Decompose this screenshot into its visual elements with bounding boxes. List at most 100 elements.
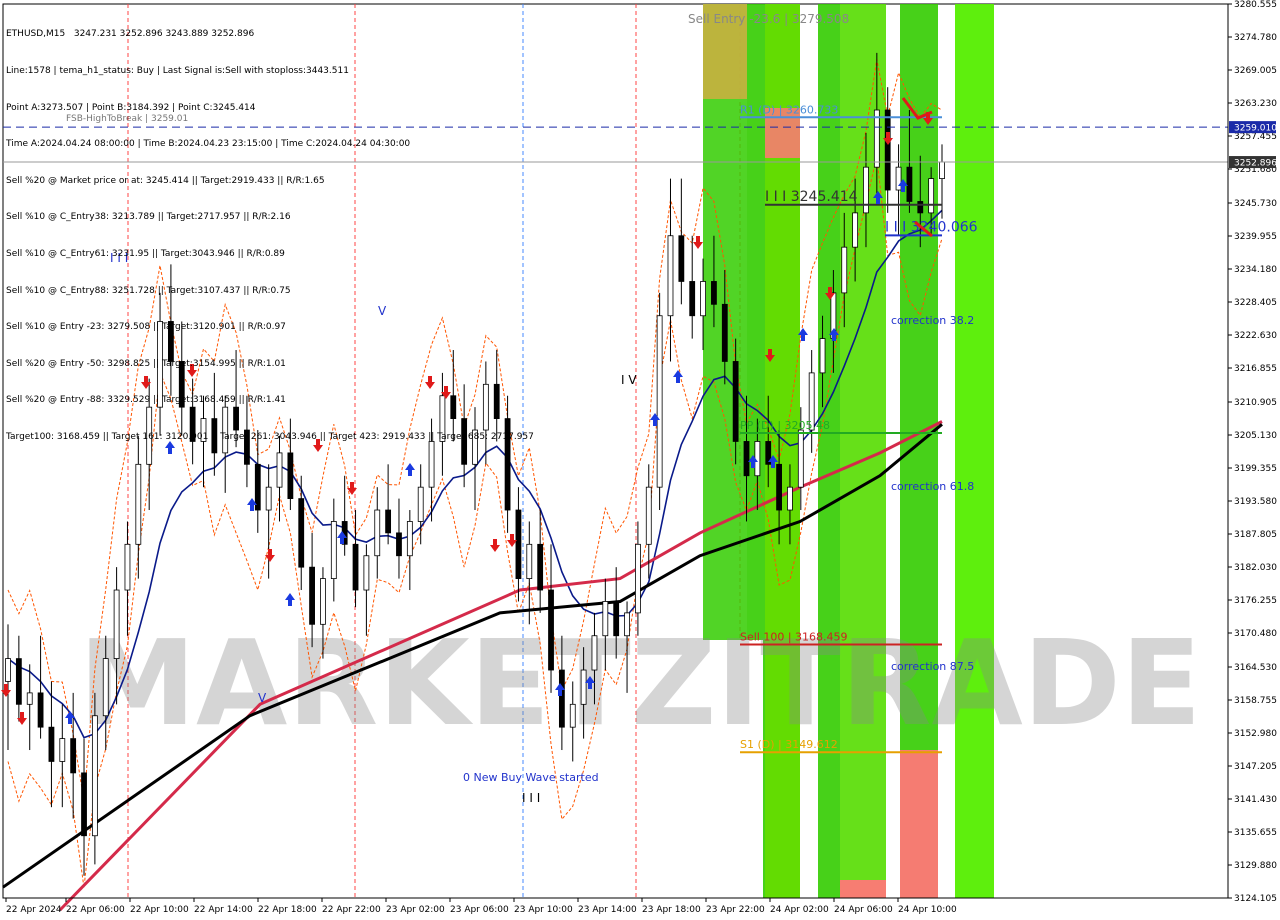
level-label: Sell 100 | 3168.459: [740, 631, 848, 644]
candle-body: [406, 521, 413, 557]
candle-body: [591, 635, 598, 671]
candle-body: [385, 509, 392, 534]
candle-body: [5, 658, 11, 682]
price-tick-label: 3239.955: [1234, 232, 1277, 242]
candle-body: [37, 692, 44, 728]
price-tick-label: 3152.980: [1234, 729, 1277, 739]
candle-body: [265, 486, 272, 511]
price-tick-label: 3245.730: [1234, 199, 1277, 209]
candle-body: [732, 361, 739, 442]
candle-body: [515, 509, 522, 579]
level-label: PP (D) | 3205.48: [740, 419, 830, 432]
candle-body: [254, 463, 261, 511]
candle-body: [15, 658, 22, 705]
watermark-text: MARKETZITRADE: [79, 614, 1202, 752]
info-line: ETHUSD,M15 3247.231 3252.896 3243.889 32…: [6, 29, 255, 40]
time-tick-label: 23 Apr 18:00: [642, 905, 701, 915]
candle-body: [48, 726, 55, 762]
time-tick-label: 24 Apr 02:00: [770, 905, 829, 915]
info-line: Sell %20 @ Entry -88: 3329.529 || Target…: [6, 395, 286, 406]
price-tick-label: 3129.880: [1234, 861, 1277, 871]
candle-body: [81, 772, 87, 837]
price-tick-label: 3170.480: [1234, 629, 1277, 639]
candle-body: [298, 498, 305, 568]
candle-body: [558, 669, 565, 728]
candle-body: [939, 161, 945, 179]
candle-body: [645, 486, 652, 545]
candle-body: [320, 578, 326, 625]
price-tick-label: 3222.630: [1234, 331, 1277, 341]
price-tick-label: 3124.105: [1234, 894, 1277, 904]
time-tick-label: 22 Apr 14:00: [194, 905, 253, 915]
price-tick-label: 3193.580: [1234, 497, 1277, 507]
candle-body: [624, 612, 630, 637]
price-tick-label: 3141.430: [1234, 795, 1277, 805]
fsb-price-tag: 3259.010: [1234, 124, 1277, 134]
price-tick-label: 3205.130: [1234, 431, 1277, 441]
info-line: Sell %10 @ C_Entry38: 3213.789 || Target…: [6, 212, 291, 223]
info-line: Time A:2024.04.24 08:00:00 | Time B:2024…: [6, 139, 411, 150]
info-line: Target100: 3168.459 || Target 161: 3120.…: [6, 431, 534, 442]
candle-body: [863, 166, 869, 214]
candle-body: [113, 589, 120, 659]
current-price-tag: 3252.896: [1234, 159, 1277, 169]
candle-body: [873, 109, 880, 168]
price-tick-label: 3158.755: [1234, 696, 1277, 706]
candle-body: [613, 601, 620, 637]
candle-body: [841, 246, 848, 294]
annotation-label: correction 38.2: [891, 314, 974, 327]
price-tick-label: 3228.405: [1234, 298, 1277, 308]
info-line: Sell %10 @ C_Entry61: 3231.95 || Target:…: [6, 248, 285, 259]
candle-body: [70, 738, 77, 774]
level-label: R1 (D) | 3260.733: [740, 103, 838, 116]
wave-marker: I V: [621, 373, 637, 387]
info-line: Sell %20 @ Market price or at: 3245.414 …: [6, 175, 325, 186]
candle-body: [417, 486, 424, 522]
fsb-overlay-text: FSB-HighToBreak | 3259.01: [66, 114, 189, 124]
price-tick-label: 3176.255: [1234, 596, 1277, 606]
candle-body: [537, 543, 544, 591]
time-tick-label: 22 Apr 10:00: [130, 905, 189, 915]
price-tick-label: 3135.655: [1234, 828, 1277, 838]
candle-body: [895, 166, 902, 191]
candle-body: [602, 601, 609, 637]
price-tick-label: 3263.230: [1234, 99, 1277, 109]
candle-body: [743, 441, 750, 477]
annotation-label: 0 New Buy Wave started: [463, 771, 599, 784]
candle-body: [667, 235, 674, 317]
signal-zone: [955, 4, 994, 898]
signal-zone: [818, 4, 840, 898]
candle-body: [352, 543, 359, 591]
candle-body: [580, 669, 587, 705]
candle-body: [917, 201, 924, 214]
info-line: Point A:3273.507 | Point B:3184.392 | Po…: [6, 102, 256, 113]
level-label: I I I 3245.414: [765, 189, 858, 205]
info-line: Line:1578 | tema_h1_status: Buy | Last S…: [6, 66, 349, 76]
candle-body: [700, 281, 706, 317]
time-tick-label: 22 Apr 06:00: [66, 905, 125, 915]
wave-marker: I I I: [522, 791, 540, 805]
candle-body: [787, 486, 793, 511]
level-label: I I I 3240.066: [885, 219, 978, 235]
price-tick-label: 3199.355: [1234, 464, 1277, 474]
candle-body: [396, 532, 402, 557]
bear-zone: [840, 880, 886, 898]
price-tick-label: 3164.530: [1234, 663, 1277, 673]
candle-body: [689, 281, 696, 317]
candle-body: [797, 429, 804, 488]
candle-body: [884, 109, 891, 191]
candle-body: [906, 166, 913, 202]
annotation-label: Sell Entry -23.6 | 3279.508: [688, 12, 849, 26]
candle-body: [754, 441, 761, 477]
candle-body: [363, 555, 370, 591]
time-tick-label: 23 Apr 06:00: [450, 905, 509, 915]
time-tick-label: 23 Apr 22:00: [706, 905, 765, 915]
candle-body: [26, 692, 33, 705]
candle-body: [59, 738, 66, 762]
candle-body: [102, 658, 109, 717]
candle-body: [548, 589, 554, 671]
price-tick-label: 3216.855: [1234, 364, 1277, 374]
info-line: Sell %20 @ Entry -50: 3298.825 || Target…: [6, 358, 286, 369]
time-tick-label: 24 Apr 10:00: [898, 905, 957, 915]
price-tick-label: 3210.905: [1234, 398, 1277, 408]
